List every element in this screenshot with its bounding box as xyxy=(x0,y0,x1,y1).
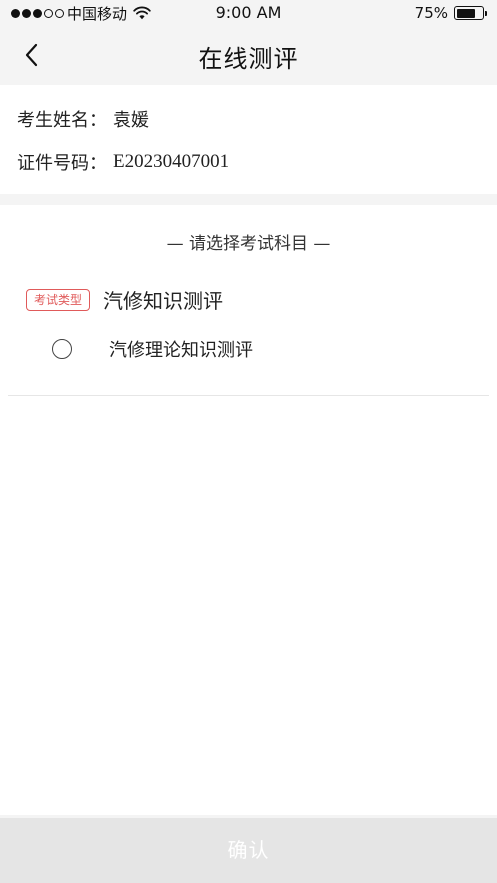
status-bar: 中国移动 9:00 AM 75% xyxy=(0,0,497,26)
subject-heading: — 请选择考试科目 — xyxy=(166,234,331,254)
radio-button[interactable] xyxy=(52,339,72,359)
status-right: 75% xyxy=(415,3,487,23)
exam-type-name: 汽修知识测评 xyxy=(103,289,224,313)
battery-fill xyxy=(456,8,476,18)
candidate-id-label: 证件号码： xyxy=(17,153,107,174)
exam-type-badge: 考试类型 xyxy=(26,288,91,311)
candidate-id-value: E20230407001 xyxy=(113,151,230,172)
subject-selection-card: — 请选择考试科目 — 考试类型 汽修知识测评 汽修理论知识测评 xyxy=(0,205,497,815)
subject-option-label: 汽修理论知识测评 xyxy=(109,340,253,361)
battery-tip xyxy=(485,10,487,16)
battery-icon xyxy=(454,6,487,20)
nav-bar: 在线测评 xyxy=(0,26,497,84)
candidate-name-row: 考生姓名： 袁媛 xyxy=(17,106,149,132)
divider xyxy=(8,395,489,396)
candidate-info-card: 考生姓名： 袁媛 证件号码： E20230407001 xyxy=(0,85,497,194)
battery-body xyxy=(454,6,484,20)
candidate-name-label: 考生姓名： xyxy=(17,110,107,131)
battery-percentage: 75% xyxy=(414,4,448,22)
subject-option[interactable]: 汽修理论知识测评 xyxy=(52,336,253,362)
exam-type-row: 考试类型 汽修知识测评 xyxy=(26,285,223,314)
confirm-button[interactable]: 确认 xyxy=(0,818,497,883)
page-title: 在线测评 xyxy=(198,45,299,73)
candidate-id-row: 证件号码： E20230407001 xyxy=(17,149,229,175)
candidate-name-value: 袁媛 xyxy=(113,110,149,131)
